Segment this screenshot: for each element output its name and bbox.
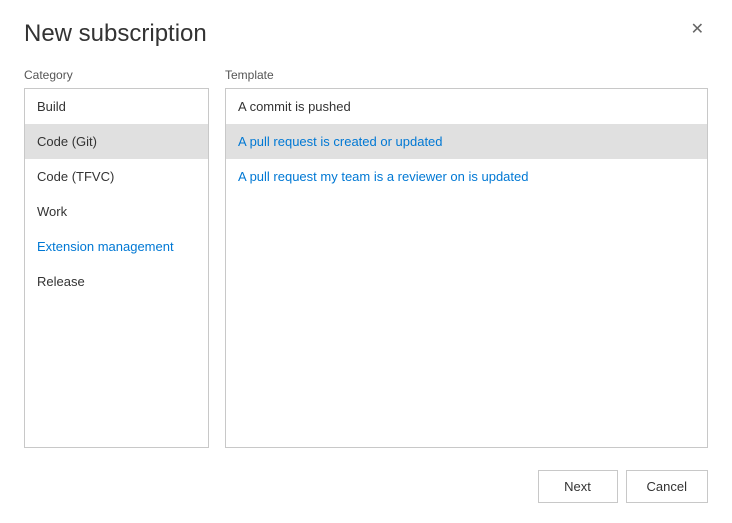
- dialog-footer: Next Cancel: [0, 458, 732, 523]
- dialog-body: Category Build Code (Git) Code (TFVC) Wo…: [0, 58, 732, 458]
- new-subscription-dialog: New subscription ✕ Category Build Code (…: [0, 0, 732, 523]
- category-item-extension-management[interactable]: Extension management: [25, 229, 208, 264]
- template-item-pull-request-created[interactable]: A pull request is created or updated: [226, 124, 707, 159]
- template-header: Template: [225, 68, 708, 82]
- template-item-pull-request-reviewer[interactable]: A pull request my team is a reviewer on …: [226, 159, 707, 194]
- dialog-title: New subscription: [24, 20, 207, 48]
- next-button[interactable]: Next: [538, 470, 618, 503]
- template-item-commit-pushed[interactable]: A commit is pushed: [226, 89, 707, 124]
- category-item-work[interactable]: Work: [25, 194, 208, 229]
- cancel-button[interactable]: Cancel: [626, 470, 708, 503]
- columns-wrapper: Category Build Code (Git) Code (TFVC) Wo…: [24, 68, 708, 448]
- category-item-code-git[interactable]: Code (Git): [25, 124, 208, 159]
- category-column: Category Build Code (Git) Code (TFVC) Wo…: [24, 68, 209, 448]
- category-list: Build Code (Git) Code (TFVC) Work Extens…: [24, 88, 209, 448]
- category-item-code-tfvc[interactable]: Code (TFVC): [25, 159, 208, 194]
- category-header: Category: [24, 68, 209, 82]
- category-item-build[interactable]: Build: [25, 89, 208, 124]
- dialog-header: New subscription ✕: [0, 0, 732, 58]
- template-column: Template A commit is pushed A pull reque…: [225, 68, 708, 448]
- close-button[interactable]: ✕: [687, 20, 708, 40]
- template-list: A commit is pushed A pull request is cre…: [225, 88, 708, 448]
- category-item-release[interactable]: Release: [25, 264, 208, 299]
